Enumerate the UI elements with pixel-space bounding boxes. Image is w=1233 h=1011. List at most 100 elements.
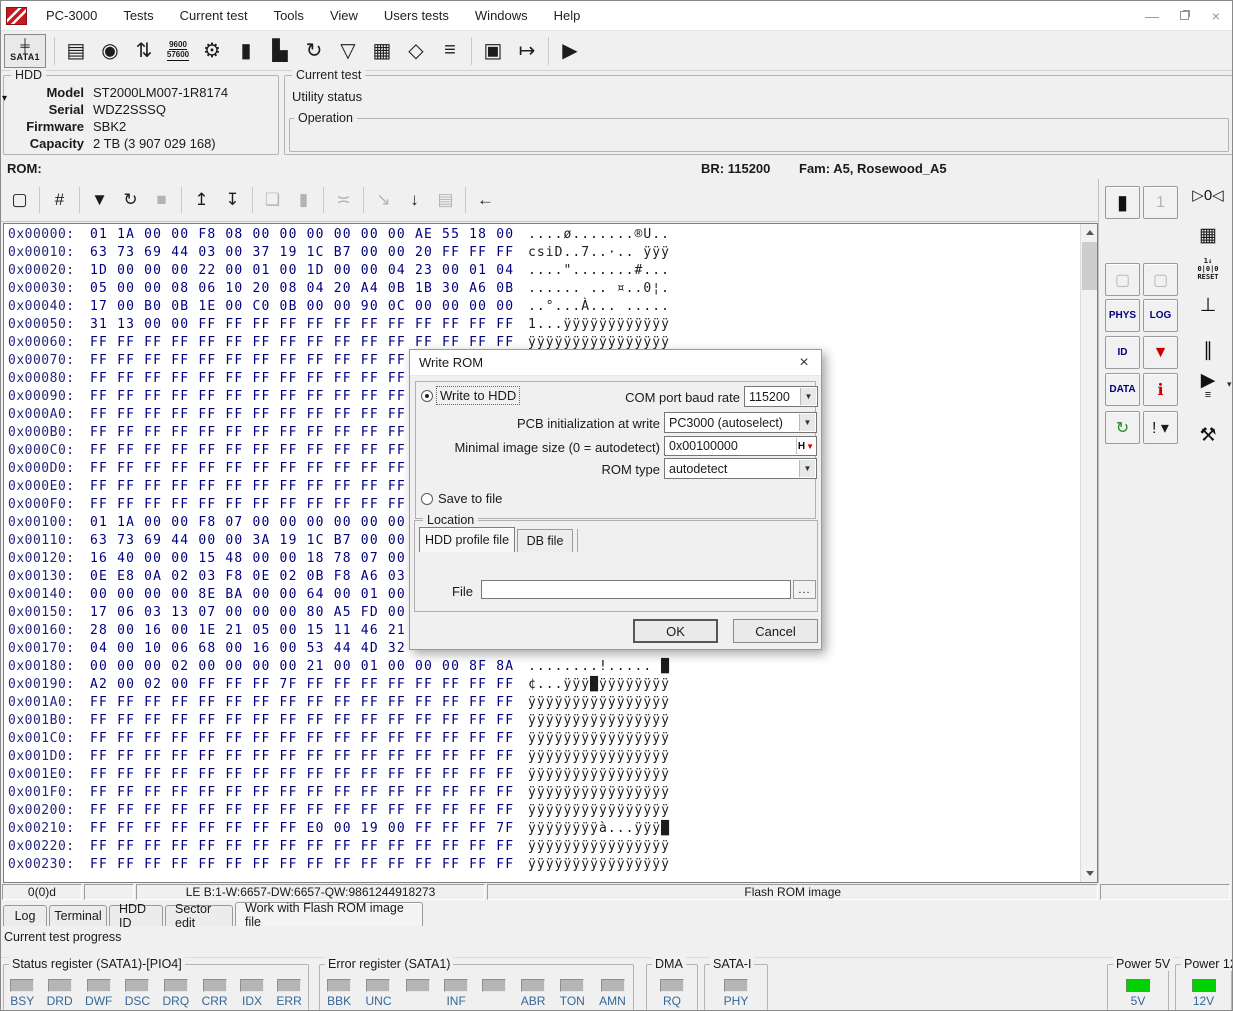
scroll-up-button[interactable] xyxy=(1081,224,1098,241)
test-select-icon[interactable]: ◇ xyxy=(399,34,433,68)
chevron-down-icon[interactable]: ▼ xyxy=(799,414,815,431)
sector-grid-icon[interactable]: ▦ xyxy=(365,34,399,68)
reload-file-button[interactable]: ↻ xyxy=(1105,411,1140,444)
pcb-init-combo[interactable]: PC3000 (autoselect) ▼ xyxy=(664,412,817,433)
lamp-test-icon[interactable]: ◉ xyxy=(93,34,127,68)
hdd-select-dropdown-icon[interactable]: ▾ xyxy=(2,93,7,104)
fill-block-icon[interactable]: ▼ xyxy=(84,185,115,216)
write-to-hdd-radio[interactable]: Write to HDD xyxy=(421,388,518,403)
menu-users-tests[interactable]: Users tests xyxy=(371,4,462,27)
menu-view[interactable]: View xyxy=(317,4,371,27)
copy-icon[interactable]: ❏ xyxy=(257,185,288,216)
chip-count-button[interactable]: 1 xyxy=(1143,186,1178,219)
exit-icon[interactable]: ↦ xyxy=(510,34,544,68)
hex-row[interactable]: 0x00180:00 00 00 02 00 00 00 00 21 00 01… xyxy=(4,658,1079,676)
hex-row[interactable]: 0x001B0:FF FF FF FF FF FF FF FF FF FF FF… xyxy=(4,712,1079,730)
pause-icon[interactable]: ∥ xyxy=(1188,341,1228,361)
back-icon[interactable]: ← xyxy=(470,185,501,216)
tab-terminal[interactable]: Terminal xyxy=(49,905,107,926)
menu-help[interactable]: Help xyxy=(541,4,594,27)
sata1-port-button[interactable]: ╪SATA1 xyxy=(4,34,46,68)
info-script-button[interactable]: ℹ xyxy=(1143,373,1178,406)
chevron-down-icon[interactable]: ▼ xyxy=(800,388,816,405)
filter-icon[interactable]: ▽ xyxy=(331,34,365,68)
hex-row[interactable]: 0x001A0:FF FF FF FF FF FF FF FF FF FF FF… xyxy=(4,694,1079,712)
dialog-titlebar[interactable]: Write ROM × xyxy=(410,350,821,376)
tools-icon[interactable]: ⚒ xyxy=(1188,426,1228,446)
hex-row[interactable]: 0x00230:FF FF FF FF FF FF FF FF FF FF FF… xyxy=(4,856,1079,874)
menu-tests[interactable]: Tests xyxy=(110,4,166,27)
hdd-id-button[interactable]: ID xyxy=(1105,336,1140,369)
menu-tools[interactable]: Tools xyxy=(261,4,317,27)
baud-rate-combo[interactable]: 115200 ▼ xyxy=(744,386,818,407)
ok-button[interactable]: OK xyxy=(633,619,718,643)
new-rom-image-icon[interactable]: ▢ xyxy=(4,185,35,216)
alert-menu-button[interactable]: ! ▾ xyxy=(1143,411,1178,444)
dropdown-caret-icon[interactable]: ▾ xyxy=(1227,379,1232,390)
tab-sector-edit[interactable]: Sector edit xyxy=(165,905,233,926)
baud-rate-icon[interactable]: 960057600 xyxy=(161,34,195,68)
phys-params-button[interactable]: PHYS xyxy=(1105,299,1140,332)
utility-status-icon[interactable]: ▤ xyxy=(59,34,93,68)
menu-pc-3000[interactable]: PC-3000 xyxy=(33,4,110,27)
hex-row[interactable]: 0x00040:17 00 B0 0B 1E 00 C0 0B 00 00 90… xyxy=(4,298,1079,316)
menu-current-test[interactable]: Current test xyxy=(167,4,261,27)
hex-row[interactable]: 0x001C0:FF FF FF FF FF FF FF FF FF FF FF… xyxy=(4,730,1079,748)
cancel-button[interactable]: Cancel xyxy=(733,619,818,643)
tab-log[interactable]: Log xyxy=(3,905,47,926)
numbers-view-icon[interactable]: ▤ xyxy=(430,185,461,216)
menu-windows[interactable]: Windows xyxy=(462,4,541,27)
windows-cascade-icon[interactable]: ▣ xyxy=(476,34,510,68)
hex-row[interactable]: 0x00020:1D 00 00 00 22 00 01 00 1D 00 00… xyxy=(4,262,1079,280)
file-input[interactable] xyxy=(481,580,791,599)
goto-offset-icon[interactable]: # xyxy=(44,185,75,216)
refresh-icon[interactable]: ↻ xyxy=(115,185,146,216)
power-probe-icon[interactable]: ⊥ xyxy=(1188,296,1228,316)
database-refresh-icon[interactable]: ↻ xyxy=(297,34,331,68)
hex-row[interactable]: 0x00220:FF FF FF FF FF FF FF FF FF FF FF… xyxy=(4,838,1079,856)
tab-hdd-profile-file[interactable]: HDD profile file xyxy=(419,527,515,552)
copy-from-resource-button[interactable]: ▢ xyxy=(1105,263,1140,296)
chevron-down-icon[interactable]: ▼ xyxy=(799,460,815,477)
hex-row[interactable]: 0x00010:63 73 69 44 03 00 37 19 1C B7 00… xyxy=(4,244,1079,262)
hex-row[interactable]: 0x001E0:FF FF FF FF FF FF FF FF FF FF FF… xyxy=(4,766,1079,784)
resources-icon[interactable]: ▙ xyxy=(263,34,297,68)
scroll-down-button[interactable] xyxy=(1081,865,1098,882)
data-view-button[interactable]: DATA xyxy=(1105,373,1140,406)
copy-to-resource-button[interactable]: ▢ xyxy=(1143,263,1178,296)
browse-button[interactable]: ... xyxy=(793,580,816,599)
vertical-scrollbar[interactable] xyxy=(1080,224,1097,882)
dialog-close-button[interactable]: × xyxy=(791,352,817,373)
rom-type-combo[interactable]: autodetect ▼ xyxy=(664,458,817,479)
hex-mode-button[interactable]: H▼ xyxy=(796,438,815,454)
rom-chip-icon[interactable]: ▮ xyxy=(229,34,263,68)
reset-counter-icon[interactable]: 1↓0|0|0RESET xyxy=(1188,257,1228,281)
paste-icon[interactable]: ▮ xyxy=(288,185,319,216)
hex-row[interactable]: 0x001D0:FF FF FF FF FF FF FF FF FF FF FF… xyxy=(4,748,1079,766)
hex-row[interactable]: 0x00030:05 00 00 08 06 10 20 08 04 20 A4… xyxy=(4,280,1079,298)
minimize-button[interactable]: — xyxy=(1136,1,1168,30)
compare-icon[interactable]: ≍ xyxy=(328,185,359,216)
restore-button[interactable] xyxy=(1168,1,1200,30)
run-icon[interactable]: ▶ xyxy=(553,34,587,68)
hex-row[interactable]: 0x00200:FF FF FF FF FF FF FF FF FF FF FF… xyxy=(4,802,1079,820)
run-sequence-icon[interactable]: ▶≡ xyxy=(1188,371,1228,400)
log-params-button[interactable]: LOG xyxy=(1143,299,1178,332)
export-icon[interactable]: ↘ xyxy=(368,185,399,216)
tab-db-file[interactable]: DB file xyxy=(517,529,573,552)
script-list-icon[interactable]: ≡ xyxy=(433,34,467,68)
hex-row[interactable]: 0x00210:FF FF FF FF FF FF FF FF E0 00 19… xyxy=(4,820,1079,838)
hex-row[interactable]: 0x00000:01 1A 00 00 F8 08 00 00 00 00 00… xyxy=(4,226,1079,244)
import-icon[interactable]: ↓ xyxy=(399,185,430,216)
terminal-io-icon[interactable]: ▷0◁ xyxy=(1188,186,1228,206)
read-write-switch-icon[interactable]: ⇅ xyxy=(127,34,161,68)
tab-hdd-id[interactable]: HDD ID xyxy=(109,905,163,926)
load-rom-icon[interactable]: ↧ xyxy=(217,185,248,216)
hex-row[interactable]: 0x00190:A2 00 02 00 FF FF FF 7F FF FF FF… xyxy=(4,676,1079,694)
utility-settings-icon[interactable]: ⚙ xyxy=(195,34,229,68)
stop-icon[interactable]: ■ xyxy=(146,185,177,216)
save-rom-icon[interactable]: ↥ xyxy=(186,185,217,216)
defect-map-button[interactable]: ▼ xyxy=(1143,336,1178,369)
pcb-card-icon[interactable]: ▦ xyxy=(1188,226,1228,246)
hex-row[interactable]: 0x00050:31 13 00 00 FF FF FF FF FF FF FF… xyxy=(4,316,1079,334)
